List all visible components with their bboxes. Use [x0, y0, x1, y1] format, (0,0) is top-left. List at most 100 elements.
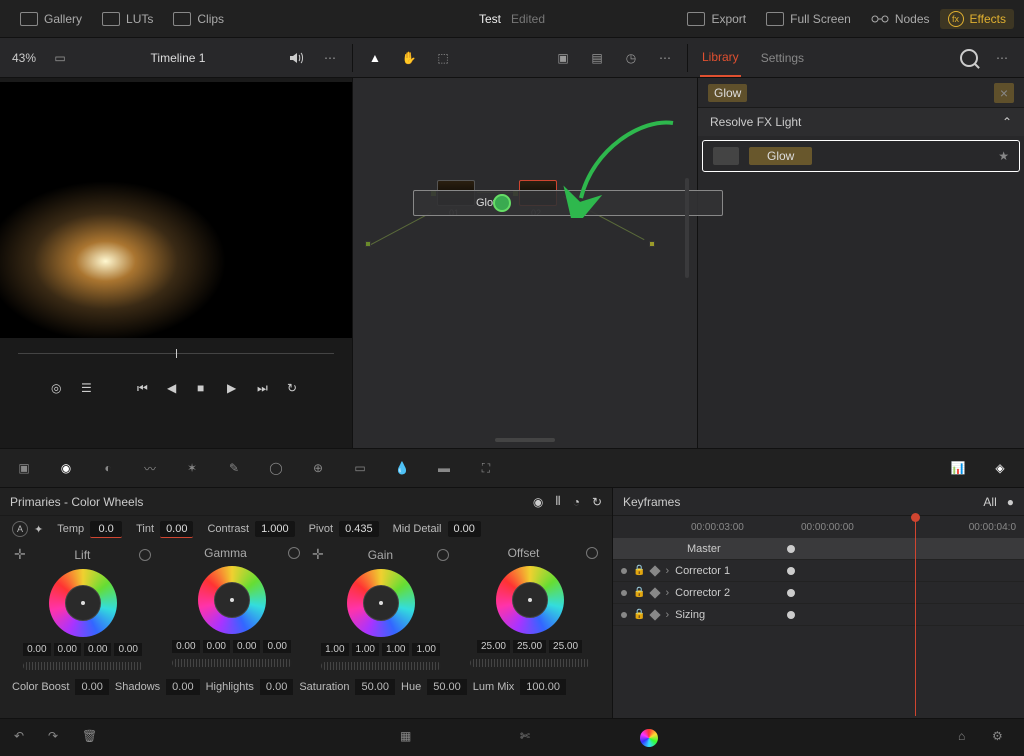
contrast-value[interactable]: 1.000: [255, 521, 295, 537]
page-edit-icon[interactable]: ✄: [520, 729, 538, 747]
gain-v3[interactable]: 1.00: [412, 643, 439, 656]
lift-v3[interactable]: 0.00: [114, 643, 141, 656]
saturation-value[interactable]: 50.00: [355, 679, 395, 695]
kf-enable-icon[interactable]: [621, 590, 627, 596]
tracker-icon[interactable]: ⊕: [308, 458, 328, 478]
auto-icon[interactable]: A: [12, 521, 28, 537]
tab-library[interactable]: Library: [700, 39, 741, 77]
pivot-value[interactable]: 0.435: [339, 521, 379, 537]
color-wheels-icon[interactable]: ◉: [56, 458, 76, 478]
fx-item-glow[interactable]: Glow ★: [702, 140, 1020, 172]
clear-search-icon[interactable]: ×: [994, 83, 1014, 103]
magic-mask-icon[interactable]: ▭: [350, 458, 370, 478]
timeline-name[interactable]: Timeline 1: [84, 51, 272, 65]
tab-settings[interactable]: Settings: [759, 40, 806, 76]
keyframe-icon[interactable]: [650, 565, 661, 576]
wheels-mode-log-icon[interactable]: ◔: [573, 495, 580, 509]
offset-reset-icon[interactable]: [586, 547, 598, 559]
settings-icon[interactable]: ⚙: [992, 729, 1010, 747]
pointer-icon[interactable]: ▲: [365, 48, 385, 68]
gain-jog[interactable]: [321, 662, 441, 670]
node-tool-icon[interactable]: ⬚: [433, 48, 453, 68]
effects-button[interactable]: fxEffects: [940, 9, 1014, 29]
lock-icon[interactable]: 🔒: [633, 565, 645, 576]
kf-track[interactable]: [785, 538, 1024, 626]
lift-v2[interactable]: 0.00: [84, 643, 111, 656]
expand-icon[interactable]: ›: [665, 587, 669, 599]
node-scrollbar[interactable]: [685, 178, 689, 278]
kf-mode-icon[interactable]: ●: [1007, 495, 1014, 509]
lummix-value[interactable]: 100.00: [520, 679, 566, 695]
nodes-button[interactable]: Nodes: [861, 12, 940, 26]
kf-marker[interactable]: [787, 611, 795, 619]
offset-v1[interactable]: 25.00: [513, 640, 546, 653]
picker-icon[interactable]: ✦: [34, 523, 43, 536]
more2-icon[interactable]: ⋯: [655, 48, 675, 68]
gain-v2[interactable]: 1.00: [382, 643, 409, 656]
qualifier-icon[interactable]: ✎: [224, 458, 244, 478]
page-color-icon[interactable]: [640, 729, 658, 747]
lift-balance-icon[interactable]: ✛: [14, 546, 26, 563]
node-output-pin[interactable]: [649, 241, 655, 247]
kf-marker[interactable]: [787, 589, 795, 597]
key-icon[interactable]: ▬: [434, 458, 454, 478]
lift-wheel[interactable]: [49, 569, 117, 637]
redo-icon[interactable]: ↷: [48, 729, 66, 747]
gamma-v3[interactable]: 0.00: [263, 640, 290, 653]
loop-icon[interactable]: ↻: [287, 381, 301, 395]
gamma-v2[interactable]: 0.00: [233, 640, 260, 653]
shadows-value[interactable]: 0.00: [166, 679, 199, 695]
more-icon[interactable]: ⋯: [320, 48, 340, 68]
offset-jog[interactable]: [470, 659, 590, 667]
more3-icon[interactable]: ⋯: [992, 48, 1012, 68]
next-clip-icon[interactable]: ⏭: [257, 381, 271, 395]
audio-icon[interactable]: [286, 48, 306, 68]
kf-all-label[interactable]: All: [983, 495, 996, 509]
fx-search-bar[interactable]: Glow ×: [698, 78, 1024, 108]
temp-value[interactable]: 0.0: [90, 521, 122, 538]
gamma-wheel[interactable]: [198, 566, 266, 634]
hdr-icon[interactable]: ◐: [98, 458, 118, 478]
gain-wheel[interactable]: [347, 569, 415, 637]
gallery-button[interactable]: Gallery: [10, 12, 92, 26]
highlight-icon[interactable]: ◷: [621, 48, 641, 68]
offset-v2[interactable]: 25.00: [549, 640, 582, 653]
stop-icon[interactable]: ■: [197, 381, 211, 395]
display-mode-icon[interactable]: ▭: [50, 48, 70, 68]
blur-icon[interactable]: 💧: [392, 458, 412, 478]
fullscreen-button[interactable]: Full Screen: [756, 12, 861, 26]
undo-icon[interactable]: ↶: [14, 729, 32, 747]
scrubber[interactable]: [0, 338, 352, 368]
reverse-icon[interactable]: ◀: [167, 381, 181, 395]
node-editor[interactable]: 01 02 Glow: [352, 78, 698, 448]
colorboost-value[interactable]: 0.00: [75, 679, 108, 695]
keyframes-icon[interactable]: ◈: [990, 458, 1010, 478]
luts-button[interactable]: LUTs: [92, 12, 163, 26]
wheels-mode-dot-icon[interactable]: ◉: [533, 495, 543, 509]
aperture-icon[interactable]: ◎: [51, 381, 65, 395]
wheels-mode-bars-icon[interactable]: ⦀: [555, 494, 560, 509]
viewer[interactable]: [0, 82, 352, 338]
window-icon[interactable]: ◯: [266, 458, 286, 478]
play-icon[interactable]: ▶: [227, 381, 241, 395]
gain-v0[interactable]: 1.00: [321, 643, 348, 656]
prev-clip-icon[interactable]: ⏮: [137, 381, 151, 395]
curves-icon[interactable]: 〰: [140, 458, 160, 478]
keyframe-icon[interactable]: [650, 609, 661, 620]
expand-icon[interactable]: ›: [665, 565, 669, 577]
lift-jog[interactable]: [23, 662, 143, 670]
zoom-level[interactable]: 43%: [12, 51, 36, 65]
split-icon[interactable]: ▤: [587, 48, 607, 68]
hue-value[interactable]: 50.00: [427, 679, 467, 695]
gamma-v0[interactable]: 0.00: [172, 640, 199, 653]
highlights-value[interactable]: 0.00: [260, 679, 293, 695]
gamma-jog[interactable]: [172, 659, 292, 667]
favorite-icon[interactable]: ★: [998, 149, 1009, 163]
lift-reset-icon[interactable]: [139, 549, 151, 561]
export-button[interactable]: Export: [677, 12, 756, 26]
trash-icon[interactable]: 🗑: [82, 729, 100, 747]
node-panel-handle[interactable]: [495, 438, 555, 442]
gamma-v1[interactable]: 0.00: [203, 640, 230, 653]
offset-v0[interactable]: 25.00: [477, 640, 510, 653]
offset-wheel[interactable]: [496, 566, 564, 634]
